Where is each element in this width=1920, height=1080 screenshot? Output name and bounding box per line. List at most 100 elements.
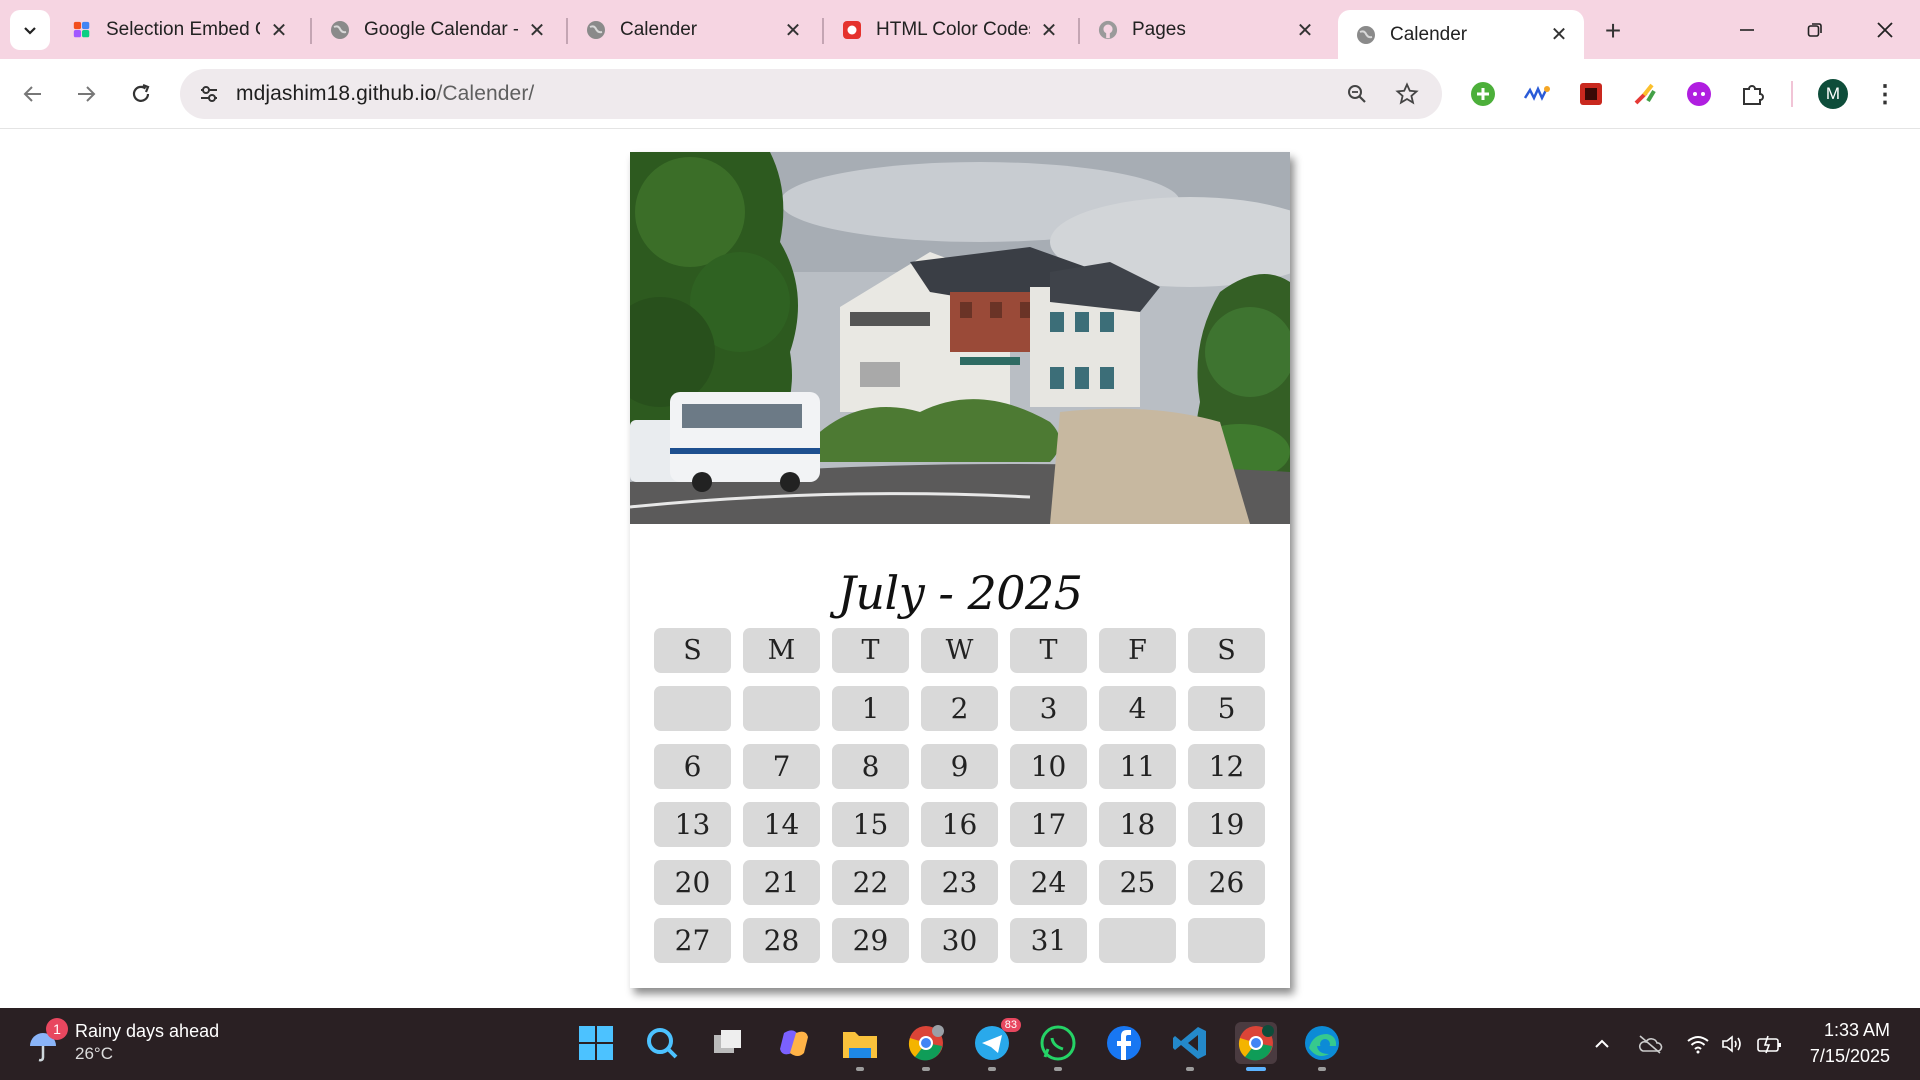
github-icon: [1098, 20, 1118, 40]
day-cell: 29: [832, 918, 909, 963]
wifi-icon[interactable]: [1684, 1030, 1712, 1058]
arrow-left-icon: [23, 86, 41, 102]
extension-wave-icon[interactable]: [1522, 79, 1552, 109]
tab-pages[interactable]: Pages ✕: [1080, 8, 1330, 52]
day-cell-empty: [1099, 918, 1176, 963]
close-icon[interactable]: ✕: [1294, 19, 1316, 42]
edge-button[interactable]: [1301, 1022, 1343, 1071]
site-settings-icon[interactable]: [194, 79, 224, 109]
extension-plus-icon[interactable]: [1468, 79, 1498, 109]
back-button[interactable]: [15, 76, 51, 112]
color-codes-icon: [842, 20, 862, 40]
url-host: mdjashim18.github.io: [236, 82, 437, 105]
day-cell: 27: [654, 918, 731, 963]
globe-icon: [1356, 25, 1376, 45]
close-icon: [1877, 22, 1893, 38]
tab-title: HTML Color Codes: [876, 19, 1030, 40]
chevron-down-icon: [24, 27, 36, 35]
globe-icon: [330, 20, 350, 40]
zoom-icon[interactable]: [1342, 79, 1372, 109]
calendar-card: July - 2025 S M T W T F S 1 2 3 4 5 6 7 …: [630, 152, 1290, 988]
reload-button[interactable]: [123, 76, 159, 112]
reload-icon: [132, 83, 150, 102]
forward-button[interactable]: [68, 76, 104, 112]
close-icon[interactable]: ✕: [526, 19, 548, 42]
day-cell: 22: [832, 860, 909, 905]
page-content: July - 2025 S M T W T F S 1 2 3 4 5 6 7 …: [0, 130, 1920, 1010]
close-icon[interactable]: ✕: [782, 19, 804, 42]
address-bar[interactable]: mdjashim18.github.io/Calender/: [180, 69, 1442, 119]
extension-purple-icon[interactable]: [1684, 79, 1714, 109]
close-icon[interactable]: ✕: [268, 19, 290, 42]
close-icon[interactable]: ✕: [1038, 19, 1060, 42]
profile-avatar[interactable]: M: [1818, 79, 1848, 109]
facebook-button[interactable]: [1103, 1022, 1145, 1064]
vscode-icon: [1173, 1027, 1206, 1059]
chrome-profile-button[interactable]: [905, 1022, 947, 1071]
plus-icon: +: [1604, 15, 1622, 46]
running-indicator: [1246, 1067, 1266, 1071]
weather-temp: 26°C: [75, 1044, 113, 1063]
url-text: mdjashim18.github.io/Calender/: [236, 82, 534, 106]
copilot-button[interactable]: [773, 1022, 815, 1064]
weekday-mon: M: [743, 628, 820, 673]
weekday-fri: F: [1099, 628, 1176, 673]
file-explorer-button[interactable]: [839, 1022, 881, 1071]
onedrive-icon[interactable]: [1636, 1030, 1664, 1058]
extension-pdf-icon[interactable]: [1576, 79, 1606, 109]
telegram-badge: 83: [1000, 1018, 1021, 1032]
close-icon[interactable]: ✕: [1548, 24, 1570, 46]
close-window-button[interactable]: [1862, 10, 1908, 50]
chrome-icon: [908, 1025, 944, 1061]
chrome-active-button[interactable]: [1235, 1022, 1277, 1071]
running-indicator: [1186, 1067, 1194, 1071]
restore-button[interactable]: [1792, 10, 1838, 50]
tab-calender[interactable]: Calender ✕: [568, 8, 818, 52]
search-icon: [647, 1028, 678, 1059]
day-cell-empty: [654, 686, 731, 731]
extensions-puzzle-icon[interactable]: [1738, 79, 1768, 109]
day-cell: 15: [832, 802, 909, 847]
weather-widget[interactable]: 1 Rainy days ahead 26°C: [20, 1008, 240, 1080]
day-cell: 4: [1099, 686, 1176, 731]
new-tab-button[interactable]: +: [1596, 14, 1630, 48]
weekday-sun: S: [654, 628, 731, 673]
show-hidden-icons-button[interactable]: [1588, 1030, 1616, 1058]
vscode-button[interactable]: [1169, 1022, 1211, 1071]
taskbar-search-button[interactable]: [641, 1022, 683, 1064]
menu-kebab-icon[interactable]: ⋮: [1870, 79, 1900, 109]
running-indicator: [988, 1067, 996, 1071]
day-cell: 10: [1010, 744, 1087, 789]
tab-search-button[interactable]: [10, 10, 50, 50]
weekday-tue: T: [832, 628, 909, 673]
tab-selection-embed[interactable]: Selection Embed C ✕: [54, 8, 304, 52]
start-button[interactable]: [575, 1022, 617, 1064]
telegram-button[interactable]: 83: [971, 1018, 1021, 1071]
day-cell: 17: [1010, 802, 1087, 847]
windows-icon: [579, 1026, 613, 1060]
bookmark-star-icon[interactable]: [1392, 79, 1422, 109]
running-indicator: [856, 1067, 864, 1071]
edge-icon: [1305, 1026, 1339, 1060]
folder-icon: [843, 1032, 877, 1058]
tab-html-color-codes[interactable]: HTML Color Codes ✕: [824, 8, 1074, 52]
task-view-button[interactable]: [707, 1022, 749, 1064]
arrow-right-icon: [78, 86, 96, 102]
extension-color-picker-icon[interactable]: [1630, 79, 1660, 109]
tab-strip: Selection Embed C ✕ Google Calendar - ✕ …: [0, 0, 1920, 59]
whatsapp-button[interactable]: [1037, 1022, 1079, 1071]
tab-google-calendar[interactable]: Google Calendar - ✕: [312, 8, 562, 52]
day-cell: 13: [654, 802, 731, 847]
figma-icon: [72, 20, 92, 40]
day-cell: 26: [1188, 860, 1265, 905]
tab-calender-active[interactable]: Calender ✕: [1338, 10, 1584, 59]
volume-icon[interactable]: [1718, 1030, 1746, 1058]
chevron-up-icon: [1595, 1039, 1609, 1048]
facebook-icon: [1107, 1026, 1141, 1060]
clock[interactable]: 1:33 AM 7/15/2025: [1780, 1008, 1920, 1080]
day-cell: 5: [1188, 686, 1265, 731]
day-cell-empty: [743, 686, 820, 731]
day-cell: 3: [1010, 686, 1087, 731]
tab-title: Pages: [1132, 19, 1186, 40]
minimize-button[interactable]: [1724, 10, 1770, 50]
